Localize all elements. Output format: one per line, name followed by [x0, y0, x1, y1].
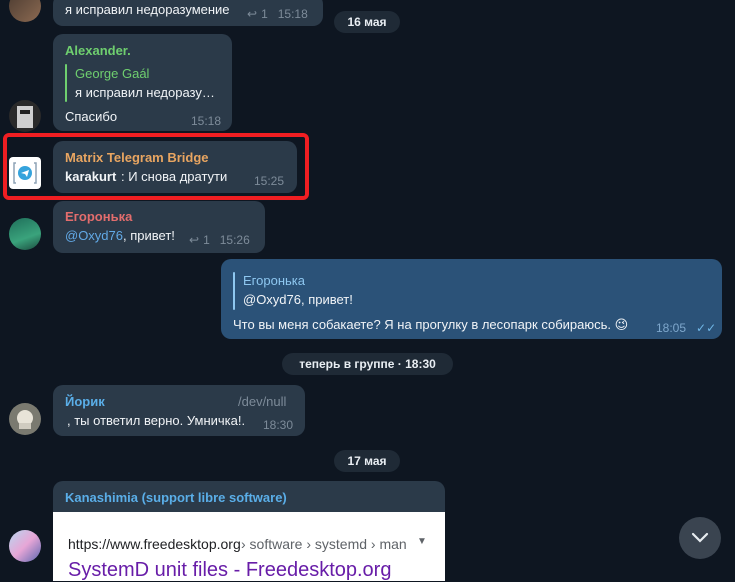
message-bubble[interactable]: я исправил недоразумение ↩ 1 15:18: [53, 0, 323, 26]
link-preview[interactable]: https://www.freedesktop.org › software ›…: [53, 512, 445, 581]
highlight-box: [3, 133, 309, 200]
avatar[interactable]: [9, 218, 41, 250]
quote-bar: [65, 64, 67, 102]
message-text: , ты ответил верно. Умничка!.: [67, 413, 246, 428]
outgoing-message-bubble[interactable]: Егоронька @Oxyd76, привет! Что вы меня с…: [221, 259, 722, 339]
message-bubble[interactable]: Йорик /dev/null , ты ответил верно. Умни…: [53, 385, 305, 436]
quote-text[interactable]: @Oxyd76, привет!: [243, 292, 353, 307]
message-time: 15:26: [219, 233, 250, 247]
message-time: 15:18: [191, 114, 222, 128]
message-text: , привет!: [123, 228, 175, 243]
message-meta: ↩ 1 15:18: [247, 7, 308, 21]
sender-badge: /dev/null: [238, 394, 287, 409]
link-path: › software › systemd › man: [241, 536, 407, 552]
sender-name[interactable]: Kanashimia (support libre software): [65, 490, 287, 505]
sender-name[interactable]: Йорик: [65, 394, 105, 409]
message-text: я исправил недоразумение: [65, 2, 230, 17]
chevron-down-icon: [691, 532, 709, 543]
avatar[interactable]: [9, 0, 41, 22]
message-text: Что вы меня собакаете? Я на прогулку в л…: [233, 317, 629, 332]
message-bubble[interactable]: Alexander. George Gaál я исправил недора…: [53, 34, 232, 131]
scroll-down-button[interactable]: [679, 517, 721, 559]
avatar-image: [17, 106, 33, 128]
avatar[interactable]: [9, 100, 41, 132]
reply-icon[interactable]: ↩: [247, 7, 257, 21]
message-meta: ↩ 1 15:26: [189, 233, 250, 247]
quote-text[interactable]: я исправил недоразу…: [75, 85, 215, 100]
sender-name[interactable]: Егоронька: [65, 209, 132, 224]
date-separator: 17 мая: [334, 450, 400, 472]
avatar[interactable]: [9, 403, 41, 435]
message-time: 18:05: [656, 321, 687, 335]
double-check-icon: ✓✓: [696, 321, 717, 335]
service-message: теперь в группе · 18:30: [282, 353, 453, 375]
reply-icon[interactable]: ↩: [189, 233, 199, 247]
reply-count[interactable]: 1: [203, 233, 210, 247]
link-title[interactable]: SystemD unit files - Freedesktop.org: [68, 559, 391, 582]
mention-link[interactable]: @Oxyd76: [65, 228, 123, 243]
reply-count[interactable]: 1: [261, 7, 268, 21]
date-separator: 16 мая: [334, 11, 400, 33]
message-meta: 18:05 ✓✓: [656, 321, 716, 335]
message-text: Спасибо: [65, 109, 118, 124]
avatar-image: [17, 410, 33, 429]
dropdown-icon[interactable]: ▼: [417, 536, 427, 547]
sender-name[interactable]: Alexander.: [65, 43, 131, 58]
quote-author[interactable]: George Gaál: [75, 66, 149, 81]
avatar[interactable]: [9, 530, 41, 562]
quote-author[interactable]: Егоронька: [243, 273, 305, 288]
message-time: 18:30: [263, 418, 294, 432]
message-bubble[interactable]: Kanashimia (support libre software) http…: [53, 481, 445, 581]
message-bubble[interactable]: Егоронька @Oxyd76 , привет! ↩ 1 15:26: [53, 201, 265, 253]
link-url[interactable]: https://www.freedesktop.org: [68, 536, 241, 552]
quote-bar: [233, 272, 235, 310]
message-time: 15:18: [277, 7, 308, 21]
